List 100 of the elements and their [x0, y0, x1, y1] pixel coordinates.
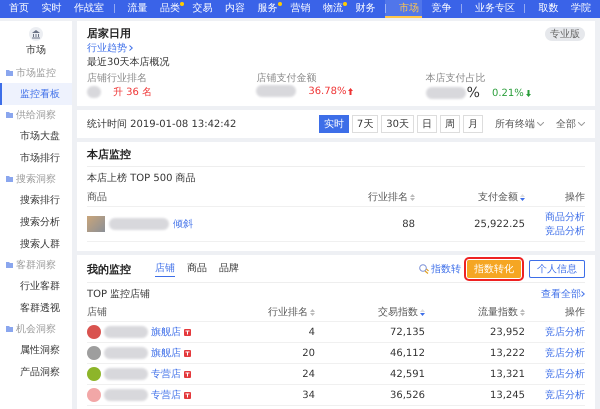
- action-link[interactable]: 竞品分析: [545, 224, 585, 238]
- caret-icon: [578, 122, 585, 126]
- sidebar-group-label: 市场监控: [0, 63, 72, 83]
- filter-dropdown[interactable]: 所有终端: [495, 117, 535, 131]
- action-link[interactable]: 竞店分析: [545, 369, 585, 380]
- monitor-tab[interactable]: 商品: [187, 261, 207, 277]
- folder-icon: [6, 326, 13, 332]
- sidebar-item[interactable]: 产品洞察: [0, 361, 72, 383]
- table-subtitle: 本店上榜 TOP 500 商品: [87, 172, 197, 185]
- sort-icon[interactable]: [310, 308, 315, 316]
- shop-link[interactable]: 专营店: [151, 367, 181, 381]
- section-title: 我的监控: [87, 262, 131, 276]
- nav-tab[interactable]: 学院: [568, 0, 594, 18]
- change-value: 升 36 名: [113, 86, 152, 99]
- sidebar-group-label: 机会洞察: [0, 319, 72, 339]
- profile-button[interactable]: 个人信息: [529, 260, 585, 278]
- monitor-tab[interactable]: 店铺: [155, 261, 175, 277]
- column-header: 流量指数: [478, 306, 518, 319]
- index-link[interactable]: 指数转: [431, 262, 461, 276]
- range-button[interactable]: 周: [440, 115, 460, 133]
- folder-icon: [6, 70, 13, 76]
- range-button[interactable]: 30天: [381, 115, 414, 133]
- table-cell-text: 72,135: [389, 326, 425, 340]
- trend-link[interactable]: 行业趋势: [87, 41, 127, 55]
- blurred-shop-name: [104, 389, 148, 401]
- sidebar-group-label: 客群洞察: [0, 255, 72, 275]
- table-cell-text: 13,222: [489, 346, 525, 360]
- sidebar-item[interactable]: 搜索排行: [0, 189, 72, 211]
- table-cell-text: 46,112: [389, 346, 425, 360]
- action-link[interactable]: 竞店分析: [545, 348, 585, 359]
- blurred-shop-name: [104, 326, 148, 338]
- category-title: 居家日用: [87, 26, 131, 41]
- sidebar-item[interactable]: 行业客群: [0, 275, 72, 297]
- metric-label: 店铺支付金额: [256, 72, 318, 85]
- range-button[interactable]: 7天: [352, 115, 378, 133]
- table-cell-text: 42,591: [389, 368, 425, 382]
- table-subtitle: TOP 监控店铺: [87, 288, 150, 301]
- nav-tab[interactable]: 交易: [190, 0, 216, 18]
- shop-link[interactable]: 专营店: [151, 388, 181, 402]
- action-link[interactable]: 商品分析: [545, 210, 585, 224]
- view-all-link[interactable]: 查看全部: [541, 287, 581, 301]
- sidebar-item[interactable]: 属性洞察: [0, 339, 72, 361]
- shop-link[interactable]: 旗舰店: [151, 346, 181, 360]
- percent-sign: %: [466, 85, 480, 101]
- filter-dropdown[interactable]: 全部: [556, 117, 576, 131]
- sidebar-group-label: 供给洞察: [0, 105, 72, 125]
- sort-icon[interactable]: [410, 194, 415, 200]
- tmall-icon: [184, 350, 191, 356]
- table-cell-text: 23,952: [489, 326, 525, 340]
- nav-tab[interactable]: 实时: [38, 0, 65, 18]
- column-header: 行业排名: [368, 190, 408, 204]
- down-arrow-icon: [526, 90, 531, 96]
- metric-label: 店铺行业排名: [87, 72, 148, 85]
- nav-tab[interactable]: 竞争: [428, 0, 454, 18]
- change-value: 0.21%: [492, 88, 531, 98]
- column-header: 操作: [565, 306, 585, 319]
- monitor-tab[interactable]: 品牌: [219, 261, 239, 277]
- table-cell-text: 4: [308, 326, 315, 340]
- sidebar-item[interactable]: 市场大盘: [0, 125, 72, 147]
- sidebar-item[interactable]: 搜索分析: [0, 211, 72, 233]
- up-arrow-icon: [348, 88, 354, 94]
- action-link[interactable]: 竞店分析: [545, 327, 585, 338]
- product-image: [87, 216, 105, 232]
- shop-link[interactable]: 旗舰店: [151, 325, 181, 339]
- nav-tab[interactable]: 物流: [320, 0, 346, 18]
- action-link[interactable]: 竞店分析: [545, 390, 585, 401]
- column-header: 交易指数: [378, 306, 418, 319]
- range-button[interactable]: 月: [463, 115, 483, 133]
- table-cell-text: 25,922.25: [473, 218, 525, 232]
- nav-tab[interactable]: 内容: [222, 0, 248, 18]
- sort-icon[interactable]: [520, 308, 525, 316]
- nav-tab[interactable]: 品类: [157, 0, 184, 18]
- column-header: 店铺: [87, 306, 107, 319]
- product-link[interactable]: 倾斜: [173, 217, 193, 231]
- sort-icon[interactable]: [420, 308, 425, 316]
- sidebar-item[interactable]: 客群透视: [0, 297, 72, 319]
- nav-tab[interactable]: 服务: [254, 0, 281, 18]
- column-header: 操作: [565, 191, 585, 204]
- column-header: 行业排名: [268, 306, 308, 319]
- sidebar-item[interactable]: 市场排行: [0, 147, 72, 169]
- nav-tab[interactable]: 作战室: [71, 0, 108, 18]
- blurred-product-name: [109, 218, 169, 230]
- stat-time: 统计时间 2019-01-08 13:42:42: [87, 118, 236, 131]
- table-cell-text: 20: [301, 346, 315, 360]
- column-header: 商品: [87, 190, 107, 204]
- nav-tab[interactable]: 营销: [287, 0, 314, 18]
- bank-icon: [29, 27, 43, 41]
- range-button[interactable]: 实时: [318, 115, 349, 133]
- table-cell-text: 24: [301, 368, 315, 382]
- notification-dot: [342, 2, 347, 6]
- folder-icon: [6, 262, 13, 268]
- sidebar-group-label: 搜索洞察: [0, 169, 72, 189]
- edition-badge: 专业版: [545, 26, 585, 40]
- sidebar-item[interactable]: 监控看板: [0, 83, 72, 105]
- nav-tab[interactable]: 财务: [352, 0, 378, 18]
- nav-tab[interactable]: 市场: [384, 0, 422, 18]
- range-button[interactable]: 日: [417, 115, 437, 133]
- sort-icon[interactable]: [520, 194, 525, 200]
- sidebar-item[interactable]: 搜索人群: [0, 233, 72, 255]
- nav-tab[interactable]: 首页: [6, 0, 32, 18]
